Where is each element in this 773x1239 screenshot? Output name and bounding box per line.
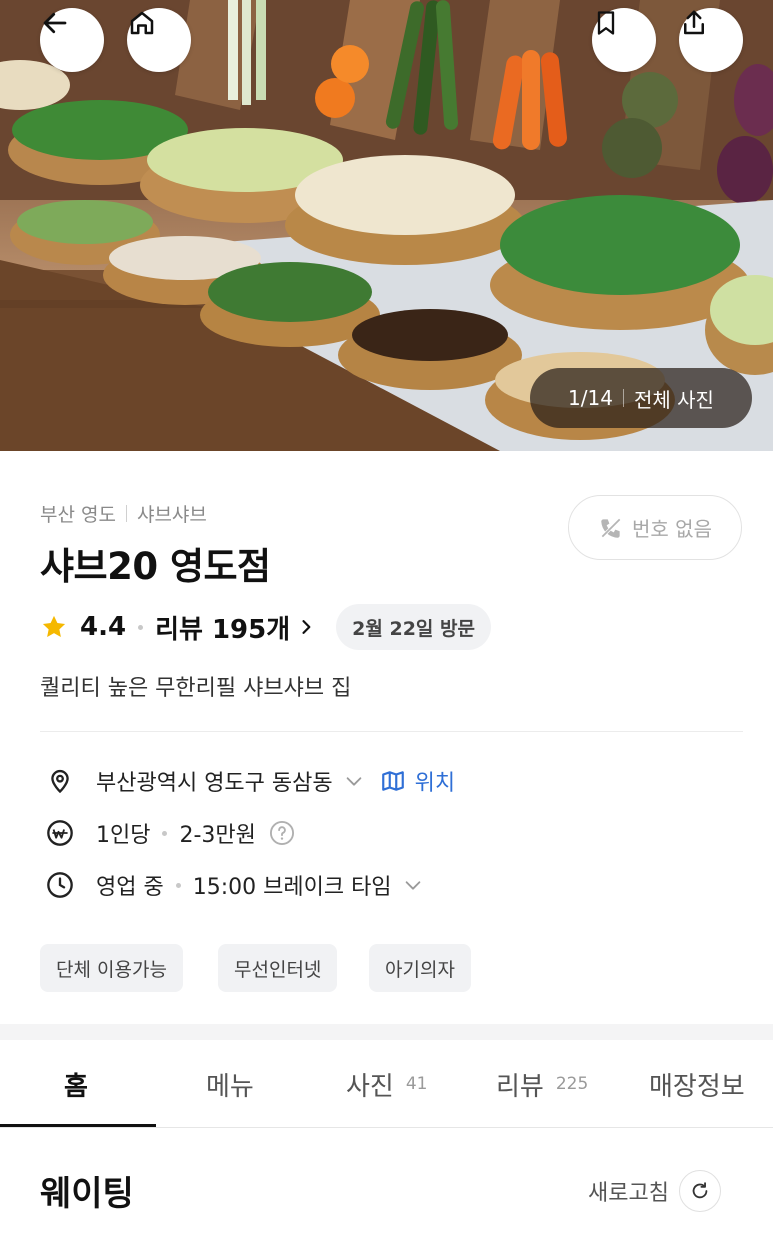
star-icon — [42, 615, 66, 638]
clock-icon — [44, 869, 76, 901]
section-gap — [0, 1024, 773, 1040]
divider — [125, 505, 127, 522]
visit-date-badge: 2월 22일 방문 — [336, 604, 491, 650]
per-person-label: 1인당 — [96, 823, 151, 848]
address-row: 부산광역시 영도구 동삼동 위치 — [44, 763, 455, 799]
share-icon — [684, 10, 704, 35]
tab-label: 메뉴 — [206, 1071, 254, 1102]
section-divider — [40, 731, 743, 732]
home-icon — [130, 11, 154, 35]
hours-text[interactable]: 15:00 브레이크 타임 — [193, 869, 392, 901]
no-phone-icon — [601, 517, 621, 538]
waiting-title: 웨이팅 — [40, 1174, 134, 1214]
tab-count: 41 — [405, 1074, 428, 1094]
tab-label: 홈 — [64, 1071, 88, 1102]
open-status: 영업 중 — [96, 875, 164, 900]
won-icon — [44, 817, 76, 849]
refresh-button[interactable]: 새로고침 — [588, 1169, 721, 1213]
separator-dot — [175, 882, 181, 888]
hero-photo[interactable]: 1/14 전체 사진 — [0, 0, 773, 451]
tab-bar: 홈 메뉴 사진 41 리뷰 225 매장정보 — [0, 1040, 773, 1128]
rating-row: 4.4 리뷰 195개 2월 22일 방문 — [40, 604, 491, 650]
tab-reviews[interactable]: 리뷰 225 — [496, 1040, 588, 1128]
all-photos-button[interactable]: 1/14 전체 사진 — [530, 368, 752, 428]
separator-dot — [138, 624, 144, 630]
store-description: 퀄리티 높은 무한리필 샤브샤브 집 — [40, 676, 352, 701]
map-location-link[interactable]: 위치 — [379, 765, 455, 797]
refresh-label: 새로고침 — [588, 1181, 669, 1206]
refresh-icon — [678, 1170, 721, 1212]
feature-chip: 단체 이용가능 — [40, 944, 183, 992]
breadcrumb: 부산 영도 샤브샤브 — [40, 500, 207, 527]
tab-count: 225 — [555, 1074, 589, 1094]
bookmark-button[interactable] — [592, 8, 656, 72]
location-label: 위치 — [414, 771, 456, 796]
review-link[interactable]: 리뷰 195개 — [155, 609, 316, 646]
back-arrow-icon — [43, 12, 67, 34]
tab-store-info[interactable]: 매장정보 — [649, 1040, 745, 1128]
rating-value: 4.4 — [80, 612, 127, 642]
price-range: 2-3만원 — [179, 823, 256, 848]
call-label: 번호 없음 — [632, 517, 712, 541]
question-icon[interactable] — [268, 819, 296, 847]
tab-photos[interactable]: 사진 41 — [346, 1040, 427, 1128]
chevron-down-icon[interactable] — [343, 770, 365, 792]
chevron-right-icon — [302, 620, 311, 634]
region-label: 부산 영도 — [40, 504, 116, 526]
map-icon — [381, 771, 404, 791]
tab-home[interactable]: 홈 — [64, 1040, 88, 1128]
hours-row: 영업 중 15:00 브레이크 타임 — [44, 867, 424, 903]
tab-menu[interactable]: 메뉴 — [206, 1040, 254, 1128]
separator-dot — [162, 830, 168, 836]
all-photos-label: 전체 사진 — [633, 387, 714, 412]
share-button[interactable] — [679, 8, 743, 72]
home-button[interactable] — [127, 8, 191, 72]
chevron-down-icon[interactable] — [402, 874, 424, 896]
tab-label: 리뷰 — [496, 1071, 544, 1102]
store-name: 샤브20 영도점 — [40, 545, 271, 588]
bookmark-icon — [597, 11, 615, 35]
photo-counter: 1/14 — [568, 386, 613, 410]
location-pin-icon — [44, 765, 76, 797]
feature-chip: 아기의자 — [369, 944, 471, 992]
call-button[interactable]: 번호 없음 — [568, 495, 742, 560]
tab-label: 사진 — [346, 1071, 394, 1102]
divider — [622, 389, 624, 407]
review-count: 리뷰 195개 — [155, 614, 291, 645]
price-row: 1인당 2-3만원 — [44, 815, 296, 851]
address-text[interactable]: 부산광역시 영도구 동삼동 — [96, 765, 333, 797]
category-label: 샤브샤브 — [136, 504, 207, 526]
feature-chip: 무선인터넷 — [218, 944, 338, 992]
back-button[interactable] — [40, 8, 104, 72]
tab-label: 매장정보 — [649, 1071, 745, 1102]
active-tab-indicator — [0, 1124, 156, 1127]
